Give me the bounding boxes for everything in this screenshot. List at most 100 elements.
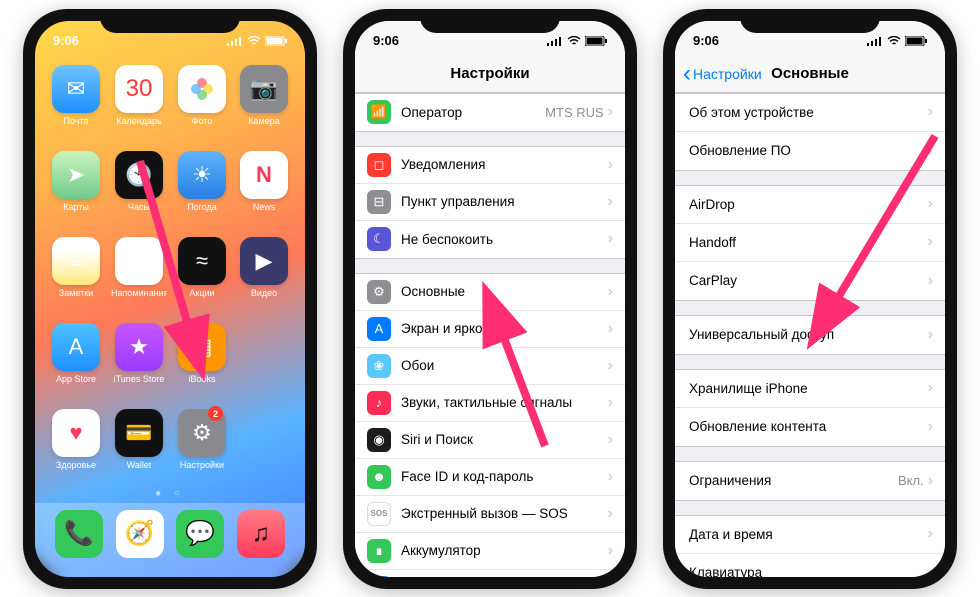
app-Календарь[interactable]: 30Календарь [111, 65, 167, 139]
row-label: Handoff [689, 235, 928, 250]
row-Siri и Поиск[interactable]: ◉Siri и Поиск› [355, 422, 625, 459]
chevron-right-icon: › [608, 156, 613, 174]
row-label: Хранилище iPhone [689, 381, 928, 396]
chevron-right-icon: › [608, 431, 613, 449]
chevron-right-icon: › [928, 233, 933, 251]
app-Видео[interactable]: ▶Видео [237, 237, 291, 311]
row-Оператор[interactable]: 📶ОператорMTS RUS› [355, 94, 625, 131]
row-Клавиатура[interactable]: Клавиатура› [675, 554, 945, 577]
row-Звуки, тактильные сигналы[interactable]: ♪Звуки, тактильные сигналы› [355, 385, 625, 422]
chevron-right-icon: › [608, 103, 613, 121]
row-label: Пункт управления [401, 194, 608, 209]
row-icon: ☾ [367, 227, 391, 251]
row-Обновление ПО[interactable]: Обновление ПО› [675, 132, 945, 170]
settings-group: ⚙Основные›AЭкран и яркость›❀Обои›♪Звуки,… [355, 273, 625, 577]
row-AirDrop[interactable]: AirDrop› [675, 186, 945, 224]
dock: 📞 🧭💬 ♫ [35, 503, 305, 577]
dock-music[interactable]: ♫ [237, 510, 285, 558]
row-label: Универсальный доступ [689, 327, 928, 342]
general-group: AirDrop›Handoff›CarPlay› [675, 185, 945, 301]
row-Экран и яркость[interactable]: AЭкран и яркость› [355, 311, 625, 348]
row-Об этом устройстве[interactable]: Об этом устройстве› [675, 94, 945, 132]
chevron-right-icon: › [608, 505, 613, 523]
dock-messages[interactable]: 💬 [176, 510, 224, 558]
battery-icon [265, 36, 287, 46]
row-Обновление контента[interactable]: Обновление контента› [675, 408, 945, 446]
battery-icon [905, 36, 927, 46]
app-Wallet[interactable]: 💳Wallet [111, 409, 167, 483]
general-group: Универсальный доступ› [675, 315, 945, 355]
app-Почта[interactable]: ✉Почта [49, 65, 103, 139]
row-Face ID и код-пароль[interactable]: ☻Face ID и код-пароль› [355, 459, 625, 496]
app-Напоминания[interactable]: •Напоминания [111, 237, 167, 311]
row-icon: 📶 [367, 100, 391, 124]
row-label: Звуки, тактильные сигналы [401, 395, 608, 410]
row-icon: ❀ [367, 354, 391, 378]
app-Акции[interactable]: ≈Акции [175, 237, 229, 311]
row-Универсальный доступ[interactable]: Универсальный доступ› [675, 316, 945, 354]
phone-home: 9:06 ✉Почта30Календарь Фото 📷Камера ➤Карты🕙… [23, 9, 317, 589]
app-Фото[interactable]: Фото [175, 65, 229, 139]
battery-icon [585, 36, 607, 46]
app-label: News [253, 202, 276, 212]
row-value: MTS RUS [545, 105, 604, 120]
wifi-icon [247, 36, 261, 46]
row-Аккумулятор[interactable]: ∎Аккумулятор› [355, 533, 625, 570]
settings-screen: Настройки 📶ОператорMTS RUS›◻Уведомления›… [355, 21, 625, 577]
settings-group: 📶ОператорMTS RUS› [355, 93, 625, 132]
notch [100, 9, 240, 33]
back-button[interactable]: Настройки [683, 66, 762, 82]
dock-phone[interactable]: 📞 [55, 510, 103, 558]
row-Уведомления[interactable]: ◻Уведомления› [355, 147, 625, 184]
dock-safari[interactable]: 🧭 [116, 510, 164, 558]
row-label: Siri и Поиск [401, 432, 608, 447]
app-label: Погода [187, 202, 217, 212]
row-Основные[interactable]: ⚙Основные› [355, 274, 625, 311]
app-label: Камера [248, 116, 279, 126]
chevron-right-icon: › [608, 283, 613, 301]
app-iBooks[interactable]: ▤iBooks [175, 323, 229, 397]
row-Экстренный вызов — SOS[interactable]: SOSЭкстренный вызов — SOS› [355, 496, 625, 533]
app-News[interactable]: NNews [237, 151, 291, 225]
row-Не беспокоить[interactable]: ☾Не беспокоить› [355, 221, 625, 258]
chevron-right-icon: › [608, 394, 613, 412]
app-label: Фото [192, 116, 213, 126]
wifi-icon [887, 36, 901, 46]
signal-icon [547, 36, 563, 46]
chevron-right-icon: › [928, 195, 933, 213]
app-label: Почта [64, 116, 89, 126]
status-time: 9:06 [53, 33, 79, 48]
row-Дата и время[interactable]: Дата и время› [675, 516, 945, 554]
row-label: Face ID и код-пароль [401, 469, 608, 484]
chevron-right-icon: › [608, 320, 613, 338]
app-Часы[interactable]: 🕙Часы [111, 151, 167, 225]
app-App Store[interactable]: AApp Store [49, 323, 103, 397]
row-icon: ✋ [367, 576, 391, 577]
row-CarPlay[interactable]: CarPlay› [675, 262, 945, 300]
row-Конфиденциальность[interactable]: ✋Конфиденциальность› [355, 570, 625, 577]
row-Пункт управления[interactable]: ⊟Пункт управления› [355, 184, 625, 221]
row-Обои[interactable]: ❀Обои› [355, 348, 625, 385]
general-list[interactable]: Об этом устройстве›Обновление ПО›AirDrop… [675, 93, 945, 577]
app-iTunes Store[interactable]: ★iTunes Store [111, 323, 167, 397]
settings-list[interactable]: 📶ОператорMTS RUS›◻Уведомления›⊟Пункт упр… [355, 93, 625, 577]
app-Карты[interactable]: ➤Карты [49, 151, 103, 225]
row-Handoff[interactable]: Handoff› [675, 224, 945, 262]
signal-icon [867, 36, 883, 46]
app-label: Здоровье [56, 460, 96, 470]
app-Заметки[interactable]: ≡Заметки [49, 237, 103, 311]
row-Ограничения[interactable]: ОграниченияВкл.› [675, 462, 945, 500]
app-Настройки[interactable]: ⚙2Настройки [175, 409, 229, 483]
app-label: Напоминания [111, 288, 167, 298]
row-label: Экран и яркость [401, 321, 608, 336]
row-label: Обновление ПО [689, 143, 928, 158]
app-Камера[interactable]: 📷Камера [237, 65, 291, 139]
app-Здоровье[interactable]: ♥Здоровье [49, 409, 103, 483]
row-label: Аккумулятор [401, 543, 608, 558]
app-empty [237, 323, 291, 397]
app-Погода[interactable]: ☀Погода [175, 151, 229, 225]
app-label: iBooks [188, 374, 215, 384]
row-label: Основные [401, 284, 608, 299]
row-icon: SOS [367, 502, 391, 526]
row-Хранилище iPhone[interactable]: Хранилище iPhone› [675, 370, 945, 408]
